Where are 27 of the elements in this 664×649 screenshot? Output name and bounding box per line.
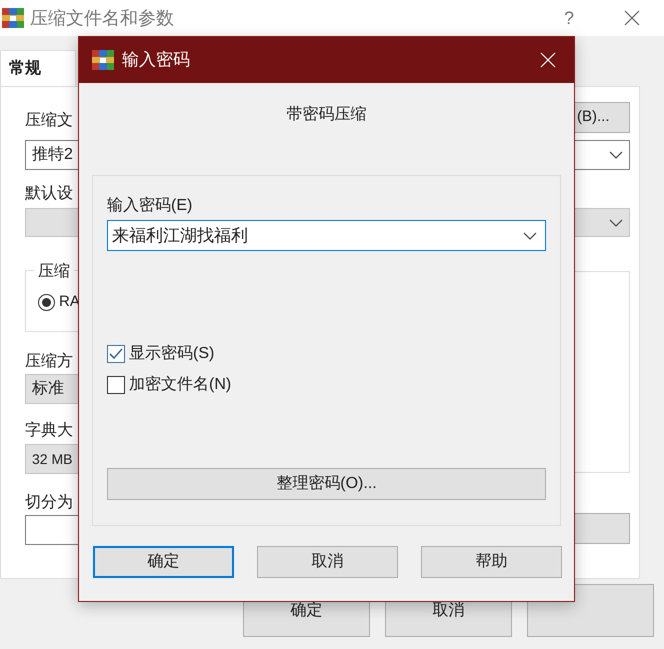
- organize-passwords-button[interactable]: 整理密码(O)...: [107, 468, 546, 500]
- field-label: 压缩文: [25, 110, 73, 131]
- window-title: 压缩文件名和参数: [30, 6, 174, 30]
- checkbox-label: 显示密码(S): [129, 344, 214, 364]
- dialog-button[interactable]: 取消: [257, 546, 398, 578]
- chevron-down-icon: [609, 218, 623, 226]
- field-label: 压缩方: [25, 352, 73, 370]
- books-icon: [92, 50, 114, 70]
- dialog-button[interactable]: 确定: [93, 546, 234, 578]
- browse-button[interactable]: (B)...: [574, 102, 630, 133]
- help-button[interactable]: ?: [564, 4, 574, 32]
- dialog-button[interactable]: 帮助: [421, 546, 562, 578]
- checkbox[interactable]: [107, 376, 125, 394]
- radio-button[interactable]: [38, 294, 55, 311]
- close-icon[interactable]: [624, 10, 640, 26]
- field-label: 输入密码(E): [107, 196, 194, 216]
- chevron-down-icon: [523, 232, 537, 240]
- tab[interactable]: 常规: [0, 50, 76, 86]
- field-label: 字典大: [25, 420, 73, 439]
- checkbox-label: 加密文件名(N): [129, 374, 232, 394]
- dialog-heading: 带密码压缩: [286, 104, 368, 125]
- password-combo[interactable]: 来福利江湖找福利: [107, 220, 546, 251]
- chevron-down-icon: [609, 151, 623, 159]
- field-label: 默认设: [25, 184, 73, 202]
- checkbox[interactable]: [107, 344, 125, 362]
- field-label: 切分为: [25, 492, 73, 511]
- dialog-title: 输入密码: [122, 49, 190, 72]
